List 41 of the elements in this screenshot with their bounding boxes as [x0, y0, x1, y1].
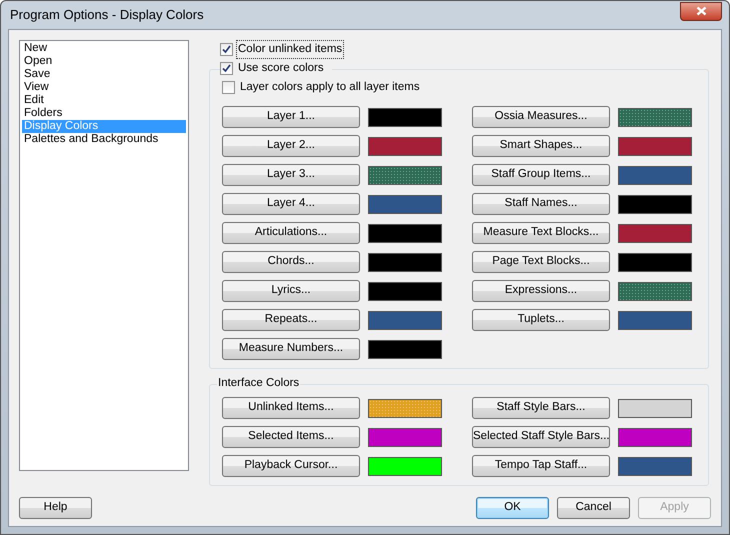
color-button[interactable]: Staff Style Bars... — [472, 397, 610, 419]
sidebar-item[interactable]: Edit — [22, 94, 186, 107]
color-button[interactable]: Layer 2... — [222, 135, 360, 157]
dialog-button[interactable]: Help — [19, 497, 92, 519]
color-button[interactable]: Expressions... — [472, 280, 610, 302]
color-button[interactable]: Staff Names... — [472, 193, 610, 215]
color-button[interactable]: Layer 4... — [222, 193, 360, 215]
color-button[interactable]: Smart Shapes... — [472, 135, 610, 157]
color-button[interactable]: Lyrics... — [222, 280, 360, 302]
color-button[interactable]: Chords... — [222, 251, 360, 273]
color-button[interactable]: Measure Numbers... — [222, 338, 360, 360]
sidebar-item[interactable]: Palettes and Backgrounds — [22, 133, 186, 146]
sidebar-item[interactable]: Save — [22, 68, 186, 81]
color-button[interactable]: Repeats... — [222, 309, 360, 331]
color-button[interactable]: Tuplets... — [472, 309, 610, 331]
close-icon — [696, 6, 706, 16]
color-button[interactable]: Articulations... — [222, 222, 360, 244]
sidebar-item[interactable]: Open — [22, 55, 186, 68]
sidebar-item[interactable]: Folders — [22, 107, 186, 120]
dialog-button[interactable]: OK — [476, 497, 549, 519]
color-button[interactable]: Selected Items... — [222, 426, 360, 448]
color-button[interactable]: Selected Staff Style Bars... — [472, 426, 610, 448]
color-button[interactable]: Tempo Tap Staff... — [472, 455, 610, 477]
checkbox-label: Layer colors apply to all layer items — [239, 80, 421, 95]
close-button[interactable] — [680, 2, 722, 20]
color-button[interactable]: Playback Cursor... — [222, 455, 360, 477]
color-button[interactable]: Unlinked Items... — [222, 397, 360, 419]
color-button[interactable]: Page Text Blocks... — [472, 251, 610, 273]
sidebar-item[interactable]: View — [22, 81, 186, 94]
color-button[interactable]: Staff Group Items... — [472, 164, 610, 186]
color-button[interactable]: Ossia Measures... — [472, 106, 610, 128]
color-button[interactable]: Measure Text Blocks... — [472, 222, 610, 244]
dialog-button[interactable]: Cancel — [557, 497, 630, 519]
color-button[interactable]: Layer 3... — [222, 164, 360, 186]
checkbox[interactable] — [222, 81, 235, 94]
checkbox[interactable] — [220, 43, 233, 56]
color-button[interactable]: Layer 1... — [222, 106, 360, 128]
checkbox-label: Use score colors — [237, 60, 325, 76]
sidebar-item[interactable]: New — [22, 42, 186, 55]
checkbox[interactable] — [220, 62, 233, 75]
window-title: Program Options - Display Colors — [10, 6, 204, 24]
